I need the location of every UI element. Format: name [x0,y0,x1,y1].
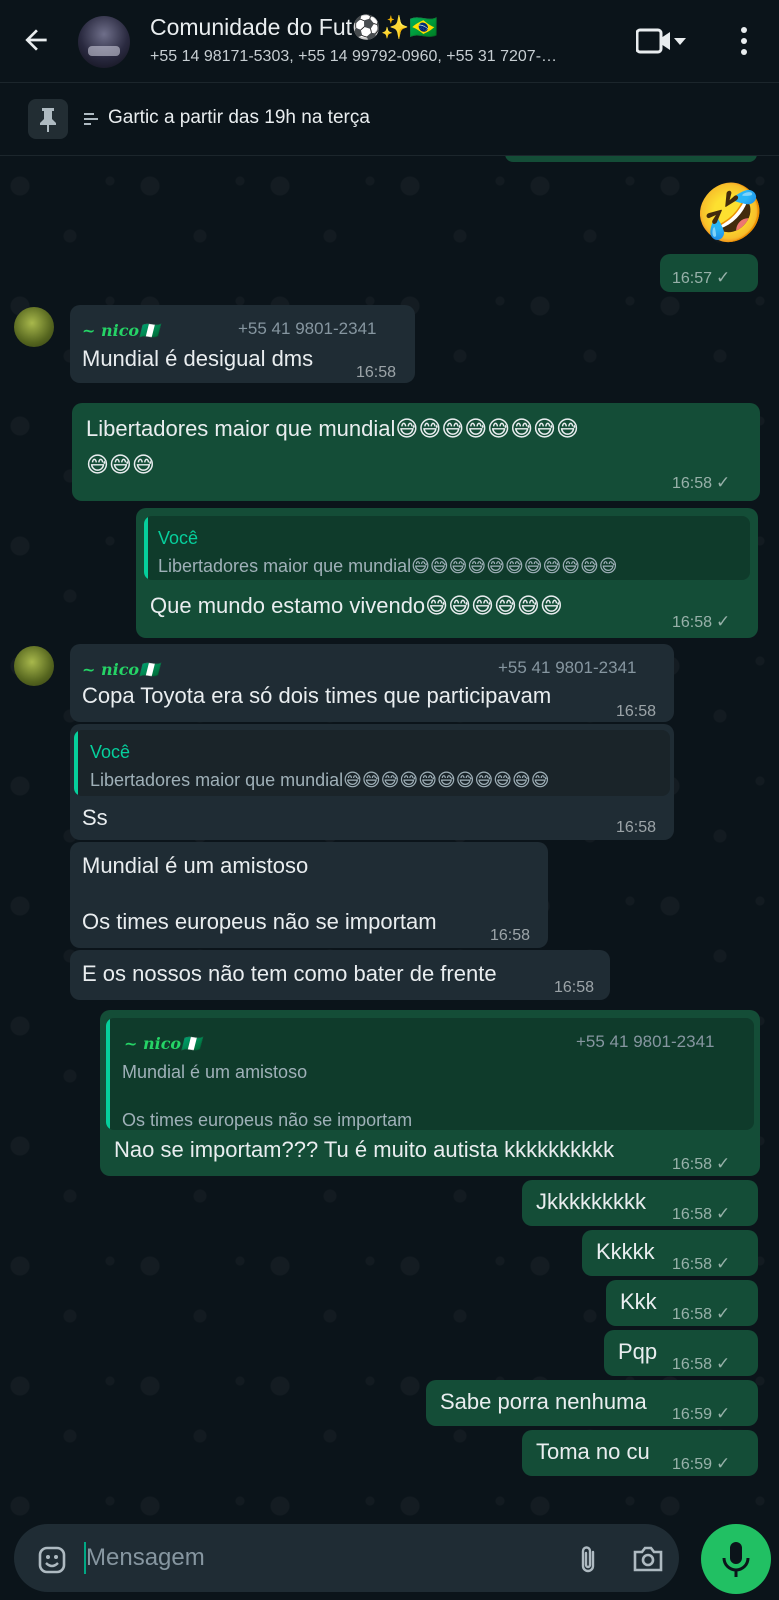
sent-check-icon: ✓ [716,1204,731,1223]
message-input[interactable]: Mensagem [14,1524,679,1592]
quoted-message[interactable]: Você Libertadores maior que mundial😅😅😅😅😅… [144,516,750,580]
emoji-icon[interactable] [38,1546,66,1574]
quote-bar [144,516,148,580]
quoted-message[interactable]: ~ nico🇳🇬 +55 41 9801-2341 Mundial é um a… [106,1018,754,1130]
message-bubble-partial[interactable] [505,156,757,162]
sent-check-icon: ✓ [716,1404,731,1423]
quoted-message[interactable]: Você Libertadores maior que mundial😅😅😅😅😅… [74,730,670,796]
message-text: Jkkkkkkkkk [536,1189,646,1214]
message-bubble-incoming[interactable]: E os nossos não tem como bater de frente… [70,950,610,1000]
sender-name[interactable]: ~ nico🇳🇬 [82,317,159,345]
message-text: Toma no cu [536,1439,650,1464]
message-text: Sabe porra nenhuma [440,1389,647,1414]
message-time: 16:59 [672,1456,713,1473]
message-time-pill: 16:57 ✓ [660,254,758,292]
quote-bar [106,1018,110,1130]
message-time: 16:58 [616,703,657,720]
quoted-text: Libertadores maior que mundial😅😅😅😅😅😅😅😅😅😅… [158,556,618,576]
sent-check-icon: ✓ [716,268,731,287]
quoted-sender: Você [158,528,199,548]
message-time: 16:57 [672,270,713,287]
sender-avatar[interactable] [14,646,54,686]
message-time: 16:58 [554,979,595,996]
group-avatar[interactable] [78,16,130,68]
message-bubble-outgoing[interactable]: Kkkkk 16:58 ✓ [582,1230,758,1276]
composer-bar: Mensagem [0,1520,779,1600]
back-arrow-icon[interactable] [20,24,52,56]
message-bubble-incoming-reply[interactable]: Você Libertadores maior que mundial😅😅😅😅😅… [70,724,674,840]
sender-avatar[interactable] [14,307,54,347]
more-options-icon[interactable] [738,26,750,56]
message-text: Ss [82,805,108,830]
sent-check-icon: ✓ [716,1454,731,1473]
message-text-line2: Os times europeus não se importam [82,909,437,934]
message-text: Kkk [620,1289,657,1314]
chat-title[interactable]: Comunidade do Fut⚽✨🇧🇷 [150,14,438,41]
sent-check-icon: ✓ [716,1304,731,1323]
message-time: 16:58 [490,927,531,944]
message-text: Nao se importam??? Tu é muito autista kk… [114,1137,615,1162]
message-text: Libertadores maior que mundial😅😅😅😅😅😅😅😅 [86,416,579,441]
sender-phone: +55 41 9801-2341 [498,658,637,677]
chat-members[interactable]: +55 14 98171-5303, +55 14 99792-0960, +5… [150,48,610,66]
message-bubble-outgoing[interactable]: Sabe porra nenhuma 16:59 ✓ [426,1380,758,1426]
sender-phone: +55 41 9801-2341 [238,319,377,338]
sent-check-icon: ✓ [716,1154,731,1173]
quoted-text: Mundial é um amistoso [122,1062,308,1082]
quoted-text-line2: Os times europeus não se importam [122,1110,413,1130]
message-text: Mundial é um amistoso [82,853,309,878]
emoji-message[interactable]: 🤣 [695,180,765,246]
quoted-sender-phone: +55 41 9801-2341 [576,1032,715,1051]
quoted-sender: Você [90,742,131,762]
mic-button[interactable] [701,1524,771,1594]
message-bubble-outgoing-reply[interactable]: ~ nico🇳🇬 +55 41 9801-2341 Mundial é um a… [100,1010,760,1176]
quoted-text: Libertadores maior que mundial😅😅😅😅😅😅😅😅😅😅… [90,770,550,790]
message-text: Mundial é desigual dms [82,346,314,371]
message-bubble-outgoing[interactable]: Pqp 16:58 ✓ [604,1330,758,1376]
message-text: Que mundo estamo vivendo😅😅😅😅😅😅 [150,593,563,618]
video-call-icon[interactable] [636,28,686,54]
message-time: 16:58 [672,1256,713,1273]
sent-check-icon: ✓ [716,1354,731,1373]
message-text: Copa Toyota era só dois times que partic… [82,683,552,708]
message-time: 16:58 [616,819,657,836]
message-bubble-incoming[interactable]: ~ nico🇳🇬 +55 41 9801-2341 Copa Toyota er… [70,644,674,722]
message-time: 16:58 [672,1206,713,1223]
message-text: Pqp [618,1339,658,1364]
message-bubble-outgoing[interactable]: Libertadores maior que mundial😅😅😅😅😅😅😅😅 😅… [72,403,760,501]
message-bubble-outgoing[interactable]: Jkkkkkkkkk 16:58 ✓ [522,1180,758,1226]
pinned-text: Gartic a partir das 19h na terça [108,107,370,128]
sender-name[interactable]: ~ nico🇳🇬 [82,656,159,684]
message-time: 16:58 [672,614,713,631]
text-lines-icon [84,113,98,125]
sent-check-icon: ✓ [716,612,731,631]
quoted-sender: ~ nico🇳🇬 [124,1034,202,1053]
attach-icon[interactable] [576,1544,600,1576]
message-time: 16:58 [356,364,397,381]
quote-bar [74,730,78,796]
message-bubble-outgoing[interactable]: Kkk 16:58 ✓ [606,1280,758,1326]
message-time: 16:58 [672,1306,713,1323]
pinned-message-bar[interactable]: Gartic a partir das 19h na terça [0,83,779,156]
chat-header: Comunidade do Fut⚽✨🇧🇷 +55 14 98171-5303,… [0,0,779,83]
message-bubble-outgoing[interactable]: Toma no cu 16:59 ✓ [522,1430,758,1476]
message-bubble-incoming[interactable]: Mundial é um amistoso Os times europeus … [70,842,548,948]
pin-icon[interactable] [28,99,68,139]
message-text: Kkkkk [596,1239,655,1264]
message-placeholder[interactable]: Mensagem [86,1544,205,1572]
message-text: E os nossos não tem como bater de frente [82,961,497,986]
message-time: 16:58 [672,1356,713,1373]
chat-area[interactable]: 🤣 16:57 ✓ ~ nico🇳🇬 +55 41 9801-2341 Mundi… [0,156,779,1520]
sent-check-icon: ✓ [716,1254,731,1273]
mic-icon [722,1542,750,1577]
chevron-down-icon [674,38,686,45]
message-bubble-outgoing-reply[interactable]: Você Libertadores maior que mundial😅😅😅😅😅… [136,508,758,638]
message-text-line2: 😅😅😅 [86,452,155,477]
sent-check-icon: ✓ [716,473,731,492]
message-time: 16:58 [672,1156,713,1173]
message-time: 16:58 [672,475,713,492]
camera-icon[interactable] [632,1544,664,1574]
message-time: 16:59 [672,1406,713,1423]
message-bubble-incoming[interactable]: ~ nico🇳🇬 +55 41 9801-2341 Mundial é desi… [70,305,415,383]
